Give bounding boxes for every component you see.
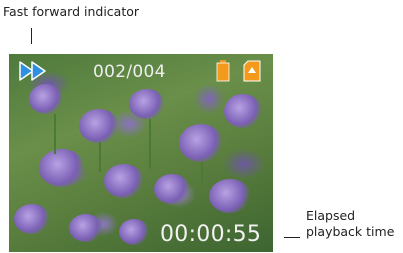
flower — [39, 149, 85, 187]
flower — [179, 124, 223, 162]
fast-forward-callout-line — [31, 28, 32, 44]
image-counter: 002/004 — [93, 62, 166, 82]
stem — [54, 114, 56, 154]
stem — [149, 119, 151, 169]
memory-card-icon — [243, 60, 261, 82]
elapsed-callout-line2: playback time — [306, 224, 395, 239]
flower — [69, 214, 103, 242]
flower — [104, 164, 144, 198]
elapsed-time: 00:00:55 — [160, 222, 262, 247]
camera-playback-screen: 002/004 00:00:55 — [9, 54, 273, 252]
flower — [209, 179, 251, 213]
flower — [79, 109, 119, 143]
fast-forward-icon — [19, 61, 46, 81]
stem — [201, 162, 203, 187]
flower — [129, 89, 165, 119]
flower — [224, 94, 262, 128]
stem — [99, 142, 101, 172]
battery-icon — [216, 60, 230, 82]
flower — [154, 174, 190, 204]
flower — [29, 84, 63, 114]
elapsed-time-callout-line — [284, 237, 300, 238]
elapsed-callout-line1: Elapsed — [306, 208, 356, 223]
fast-forward-callout-label: Fast forward indicator — [3, 4, 140, 19]
elapsed-time-callout-label: Elapsed playback time — [306, 208, 394, 240]
flower — [14, 204, 50, 234]
flower — [119, 219, 149, 245]
